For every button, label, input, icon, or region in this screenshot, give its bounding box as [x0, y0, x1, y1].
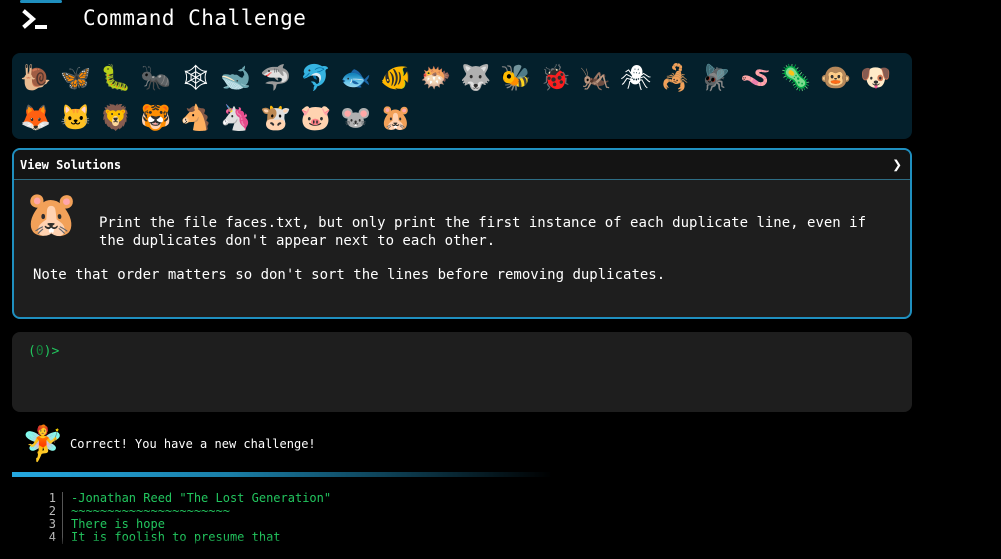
challenge-emoji-icon[interactable]: 🐮	[256, 98, 296, 138]
challenge-note: Note that order matters so don't sort th…	[33, 267, 666, 283]
output-fade	[12, 537, 612, 549]
challenge-emoji-icon[interactable]: 🐬	[296, 58, 336, 98]
challenge-emoji-icon[interactable]: 🐟	[336, 58, 376, 98]
chevron-right-icon: ❯	[892, 155, 902, 174]
logo[interactable]	[12, 0, 62, 40]
challenge-panel: View Solutions ❯ 🐹 Print the file faces.…	[12, 148, 912, 319]
feedback-message: 🧚 Correct! You have a new challenge!	[20, 422, 900, 466]
challenge-emoji-icon[interactable]: 🦋	[56, 58, 96, 98]
challenge-emoji-icon[interactable]: 🐹	[376, 98, 416, 138]
challenge-emoji-icon[interactable]: 🕸	[176, 58, 216, 98]
progress-bar	[12, 472, 552, 477]
challenge-emoji-icon[interactable]: 🐠	[376, 58, 416, 98]
logo-accent-bar	[20, 0, 62, 3]
challenge-emoji-icon[interactable]: 🐺	[456, 58, 496, 98]
challenge-emoji-icon[interactable]: 🦁	[96, 98, 136, 138]
challenge-emoji-icon[interactable]: 🐭	[336, 98, 376, 138]
page-title: Command Challenge	[83, 6, 307, 30]
command-output: 1 -Jonathan Reed "The Lost Generation" 2 ~~…	[12, 492, 912, 552]
challenge-emoji-icon[interactable]: 🐷	[296, 98, 336, 138]
challenge-emoji-icon[interactable]: 🦄	[216, 98, 256, 138]
feedback-text: Correct! You have a new challenge!	[70, 437, 316, 451]
challenge-emoji-icon[interactable]: 🐋	[216, 58, 256, 98]
gutter-divider	[62, 518, 63, 531]
challenge-emoji-icon[interactable]: 🦊	[16, 98, 56, 138]
challenge-emoji-icon[interactable]: 🐡	[416, 58, 456, 98]
challenge-emoji-icon[interactable]: 🐞	[536, 58, 576, 98]
challenge-emoji-icon[interactable]: 🪱	[736, 58, 776, 98]
hamster-icon: 🐹	[24, 189, 79, 240]
challenge-emoji-icon[interactable]: 🐵	[816, 58, 856, 98]
gutter-divider	[62, 505, 63, 518]
fairy-icon: 🧚	[21, 424, 65, 464]
challenge-emoji-icon[interactable]: 🐜	[136, 58, 176, 98]
shell-prompt: (0)>	[28, 344, 60, 359]
challenge-description: Print the file faces.txt, but only print…	[99, 215, 867, 249]
challenge-emoji-icon[interactable]: 🐱	[56, 98, 96, 138]
header: Command Challenge	[0, 0, 1001, 44]
challenge-emoji-icon[interactable]: 🐴	[176, 98, 216, 138]
challenge-emoji-icon[interactable]: 🕷	[616, 58, 656, 98]
challenge-emoji-list: 🐌 🦋 🐛 🐜 🕸 🐋 🦈 🐬 🐟 🐠 🐡 🐺 🐝 🐞 🦗 🕷 🦂 🪰 🪱 🦠 🐵 🐶 🦊 🐱 🦁 🐯 🐴 🦄 🐮 🐷 🐭 🐹	[12, 53, 912, 139]
challenge-emoji-icon[interactable]: 🐝	[496, 58, 536, 98]
challenge-emoji-icon[interactable]: 🐶	[856, 58, 896, 98]
challenge-emoji-icon[interactable]: 🦠	[776, 58, 816, 98]
view-solutions-label: View Solutions	[20, 157, 122, 172]
challenge-emoji-icon[interactable]: 🦂	[656, 58, 696, 98]
challenge-emoji-icon[interactable]: 🐯	[136, 98, 176, 138]
challenge-emoji-icon[interactable]: 🪰	[696, 58, 736, 98]
terminal-prompt-icon	[22, 9, 47, 29]
terminal-input-area[interactable]: (0)>	[12, 332, 912, 412]
challenge-emoji-icon[interactable]: 🦈	[256, 58, 296, 98]
view-solutions-toggle[interactable]: View Solutions ❯	[14, 150, 910, 180]
challenge-emoji-icon[interactable]: 🦗	[576, 58, 616, 98]
gutter-divider	[62, 492, 63, 505]
challenge-emoji-icon[interactable]: 🐌	[16, 58, 56, 98]
exit-code: 0	[35, 344, 44, 359]
challenge-emoji-icon[interactable]: 🐛	[96, 58, 136, 98]
